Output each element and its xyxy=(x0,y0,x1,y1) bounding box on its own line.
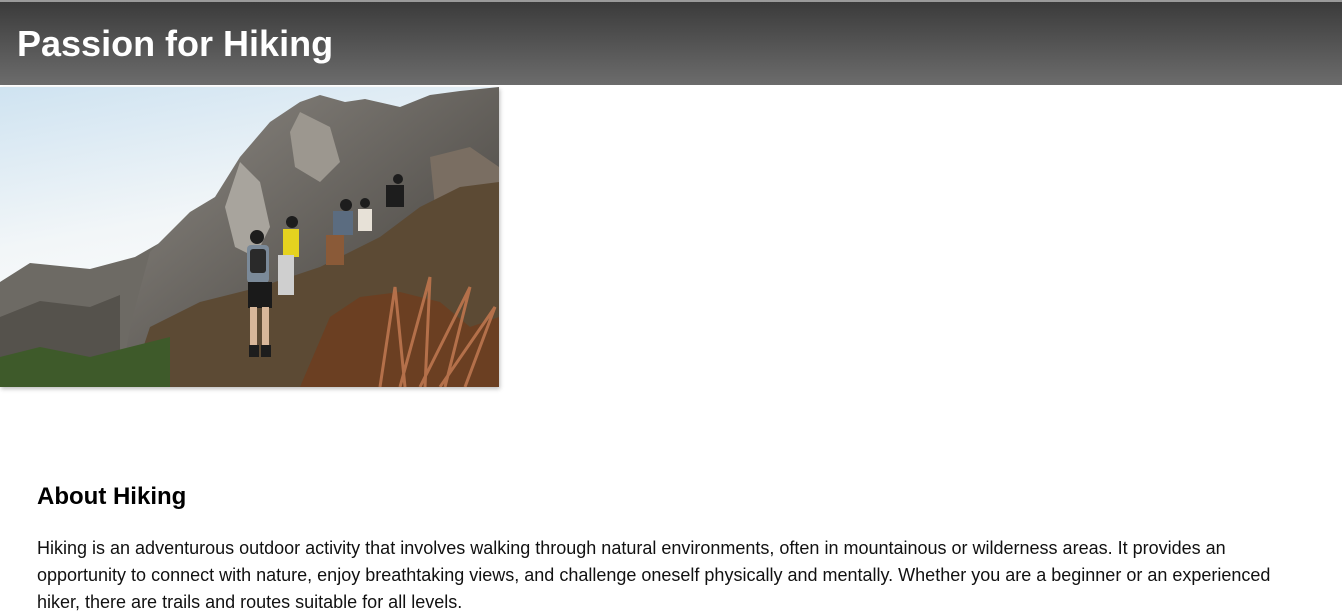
about-paragraph: Hiking is an adventurous outdoor activit… xyxy=(37,538,1271,612)
site-header: Passion for Hiking xyxy=(0,0,1342,85)
hero-image xyxy=(0,87,499,387)
about-section: About Hiking Hiking is an adventurous ou… xyxy=(37,481,1297,616)
about-heading: About Hiking xyxy=(37,483,187,510)
page-title: Passion for Hiking xyxy=(17,23,334,64)
